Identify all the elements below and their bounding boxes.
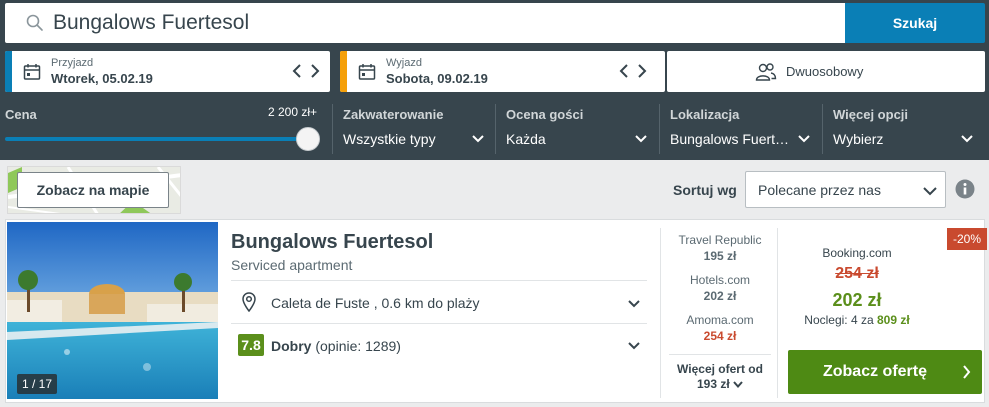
filter-more-label: Więcej opcji <box>833 107 909 122</box>
hotel-type: Serviced apartment <box>231 257 353 273</box>
nights-summary: Noclegi: 4 za 809 zł <box>784 313 930 327</box>
offer-provider: Amoma.com <box>686 313 754 327</box>
offers-divider <box>669 354 771 355</box>
hotel-location[interactable]: Caleta de Fuste , 0.6 km do plaży <box>271 295 480 311</box>
best-deal-old-price: 254 zł <box>835 265 879 282</box>
search-box <box>5 3 845 43</box>
filter-more-options[interactable]: Więcej opcji Wybierz <box>833 104 978 154</box>
filter-price-label: Cena <box>5 107 37 122</box>
filter-more-value: Wybierz <box>833 131 884 147</box>
view-deal-label: Zobacz ofertę <box>822 363 927 380</box>
guests-selector[interactable]: Dwuosobowy <box>667 51 985 92</box>
more-offers-label: Więcej ofert od <box>677 362 763 376</box>
guests-value: Dwuosobowy <box>786 64 864 79</box>
nights-total: 809 zł <box>877 313 910 327</box>
offer-item[interactable]: Amoma.com 254 zł <box>661 313 779 343</box>
filter-divider <box>659 104 660 154</box>
sort-label: Sortuj wg <box>673 182 737 198</box>
rating-reviews: (opinie: 1289) <box>315 338 401 354</box>
hotel-photo-image <box>7 222 218 399</box>
chevron-down-icon <box>733 381 743 388</box>
chevron-down-icon <box>635 135 647 143</box>
filter-rating-label: Ocena gości <box>506 107 584 122</box>
filter-location-value: Bungalows Fuert… <box>670 131 790 147</box>
rating-summary[interactable]: Dobry (opinie: 1289) <box>271 338 401 354</box>
view-deal-button[interactable]: Zobacz ofertę <box>788 350 982 394</box>
best-deal-price: 202 zł <box>832 290 882 310</box>
chevron-down-icon <box>798 135 810 143</box>
checkout-accent <box>340 51 347 92</box>
filter-accommodation-value: Wszystkie typy <box>343 131 436 147</box>
search-input[interactable] <box>53 3 833 43</box>
filter-divider <box>822 104 823 154</box>
show-on-map-button[interactable]: Zobacz na mapie <box>17 172 169 208</box>
search-button[interactable]: Szukaj <box>845 3 985 43</box>
chevron-right-icon <box>963 365 971 379</box>
price-slider-handle[interactable] <box>296 127 320 151</box>
offer-item[interactable]: Travel Republic 195 zł <box>661 233 779 263</box>
chevron-down-icon[interactable] <box>628 342 640 350</box>
checkout-label: Wyjazd <box>386 57 422 69</box>
offer-price: 195 zł <box>703 249 737 263</box>
filter-accommodation[interactable]: Zakwaterowanie Wszystkie typy <box>343 104 488 154</box>
hotel-photo[interactable]: 1 / 17 <box>7 222 218 399</box>
chevron-left-icon[interactable] <box>289 61 305 81</box>
location-pin-icon <box>242 292 256 312</box>
filter-divider <box>495 104 496 154</box>
filter-location[interactable]: Lokalizacja Bungalows Fuert… <box>670 104 815 154</box>
price-slider-track[interactable] <box>5 137 308 141</box>
chevron-right-icon[interactable] <box>634 61 650 81</box>
other-offers: Travel Republic 195 zł Hotels.com 202 zł… <box>660 228 778 398</box>
chevron-down-icon <box>472 135 484 143</box>
calendar-icon <box>358 64 376 80</box>
photo-counter: 1 / 17 <box>17 374 58 394</box>
users-icon <box>755 63 777 81</box>
info-icon[interactable] <box>955 179 975 199</box>
offer-item[interactable]: Hotels.com 202 zł <box>661 273 779 303</box>
offer-provider: Travel Republic <box>678 233 762 247</box>
row-divider <box>231 280 647 281</box>
nights-prefix: Noclegi: 4 za <box>804 313 874 327</box>
more-offers-price: 193 zł <box>696 377 730 391</box>
checkout-value: Sobota, 09.02.19 <box>386 71 488 86</box>
filter-location-label: Lokalizacja <box>670 107 740 122</box>
sort-select[interactable]: Polecane przez nas <box>745 171 946 208</box>
offer-price: 254 zł <box>703 329 737 343</box>
chevron-down-icon <box>923 187 937 196</box>
more-offers-link[interactable]: Więcej ofert od 193 zł <box>661 362 779 392</box>
best-deal: Booking.com 254 zł 202 zł Noclegi: 4 za … <box>784 228 982 398</box>
checkin-label: Przyjazd <box>51 57 94 69</box>
hotel-result-card: 1 / 17 Bungalows Fuertesol Serviced apar… <box>5 219 988 403</box>
filter-rating-value: Każda <box>506 131 546 147</box>
filter-rating[interactable]: Ocena gości Każda <box>506 104 651 154</box>
best-deal-provider: Booking.com <box>822 246 892 260</box>
row-divider <box>231 323 647 324</box>
sort-value: Polecane przez nas <box>758 182 881 198</box>
search-icon <box>26 14 43 31</box>
price-max-value: 2 200 zł+ <box>268 105 318 119</box>
filter-accommodation-label: Zakwaterowanie <box>343 107 444 122</box>
rating-score-badge: 7.8 <box>238 334 264 356</box>
hotel-name[interactable]: Bungalows Fuertesol <box>231 231 433 254</box>
top-bar: Szukaj Przyjazd Wtorek, 05.02.19 Wyjazd … <box>0 0 989 160</box>
checkout-date-field[interactable]: Wyjazd Sobota, 09.02.19 <box>340 51 665 92</box>
calendar-icon <box>23 64 41 80</box>
checkin-value: Wtorek, 05.02.19 <box>51 71 153 86</box>
filter-divider <box>332 104 333 154</box>
offer-provider: Hotels.com <box>689 273 751 287</box>
chevron-down-icon <box>961 135 973 143</box>
offer-price: 202 zł <box>703 289 737 303</box>
chevron-down-icon[interactable] <box>628 300 640 308</box>
rating-word: Dobry <box>271 338 312 354</box>
checkin-accent <box>5 51 12 92</box>
chevron-right-icon[interactable] <box>307 61 323 81</box>
checkin-date-field[interactable]: Przyjazd Wtorek, 05.02.19 <box>5 51 330 92</box>
chevron-left-icon[interactable] <box>616 61 632 81</box>
